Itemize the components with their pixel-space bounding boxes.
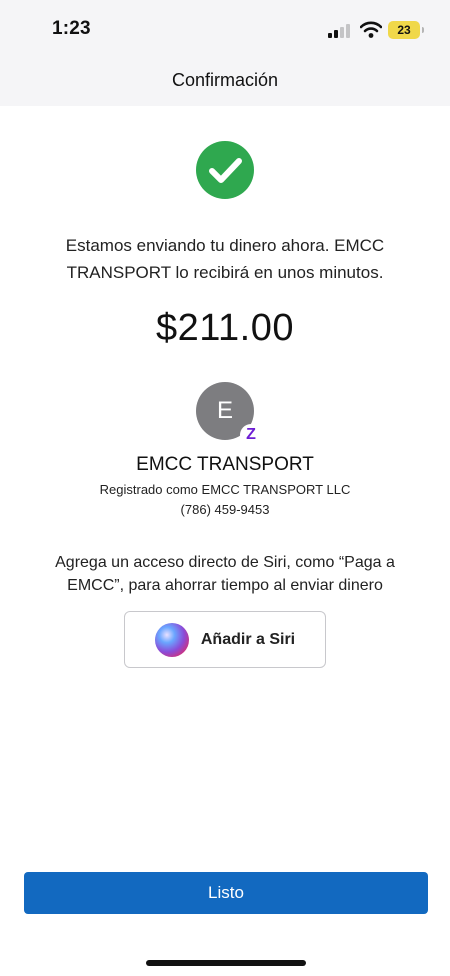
signal-icon [328,24,352,38]
done-button-label: Listo [208,883,244,902]
done-button[interactable]: Listo [24,872,428,914]
siri-icon [154,622,189,657]
battery-icon: 23 [388,21,424,39]
confirmation-message: Estamos enviando tu dinero ahora. EMCC T… [65,236,385,282]
recipient-name: EMCC TRANSPORT [136,454,314,475]
top-header-area: 1:23 23 Confirmación [0,0,450,106]
add-to-siri-button[interactable]: Añadir a Siri [124,611,326,668]
recipient-registered-as: Registrado como EMCC TRANSPORT LLC [99,482,351,497]
status-bar: 1:23 23 [0,0,450,60]
checkmark-icon [196,141,254,199]
add-to-siri-label: Añadir a Siri [200,630,296,648]
amount-sent: $211.00 [155,307,295,349]
avatar-initial: E [216,397,233,424]
wifi-icon [359,21,383,39]
siri-shortcut-prompt: Agrega un acceso directo de Siri, como “… [55,554,395,594]
recipient-phone: (786) 459-9453 [180,502,270,517]
page-title: Confirmación [171,70,279,90]
status-time: 1:23 [52,18,91,39]
home-indicator[interactable] [146,960,306,966]
zelle-icon: Z [240,424,262,446]
